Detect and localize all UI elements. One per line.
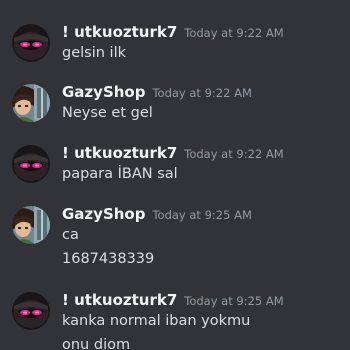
message-header: GazyShop Today at 9:22 AM: [62, 82, 252, 102]
timestamp[interactable]: Today at 9:22 AM: [184, 147, 283, 161]
message-text: gelsin ilk: [62, 45, 126, 61]
chat-message-list: ! utkuozturk7 Today at 9:22 AM gelsin ilk…: [0, 0, 350, 350]
message-text: onu diom: [62, 337, 131, 350]
message-header: ! utkuozturk7 Today at 9:22 AM: [62, 22, 284, 42]
username[interactable]: ! utkuozturk7: [62, 144, 177, 162]
dark-masked-avatar-icon[interactable]: [12, 24, 50, 62]
anime-character-avatar-icon[interactable]: [12, 206, 50, 244]
username[interactable]: ! utkuozturk7: [62, 23, 177, 41]
username[interactable]: GazyShop: [62, 83, 145, 101]
timestamp[interactable]: Today at 9:22 AM: [184, 26, 283, 40]
dark-masked-avatar-icon[interactable]: [12, 145, 50, 183]
message-header: ! utkuozturk7 Today at 9:25 AM: [62, 290, 284, 310]
timestamp[interactable]: Today at 9:22 AM: [152, 86, 251, 100]
message-text: 1687438339: [62, 251, 155, 267]
username[interactable]: ! utkuozturk7: [62, 291, 177, 309]
timestamp[interactable]: Today at 9:25 AM: [184, 294, 283, 308]
message-text: ca: [62, 227, 79, 243]
timestamp[interactable]: Today at 9:25 AM: [152, 208, 251, 222]
anime-character-avatar-icon[interactable]: [12, 84, 50, 122]
message-text: Neyse et gel: [62, 105, 153, 121]
message-text: papara İBAN sal: [62, 166, 178, 182]
message-header: GazyShop Today at 9:25 AM: [62, 204, 252, 224]
dark-masked-avatar-icon[interactable]: [12, 292, 50, 330]
message-header: ! utkuozturk7 Today at 9:22 AM: [62, 143, 284, 163]
username[interactable]: GazyShop: [62, 205, 145, 223]
message-text: kanka normal iban yokmu: [62, 313, 251, 329]
